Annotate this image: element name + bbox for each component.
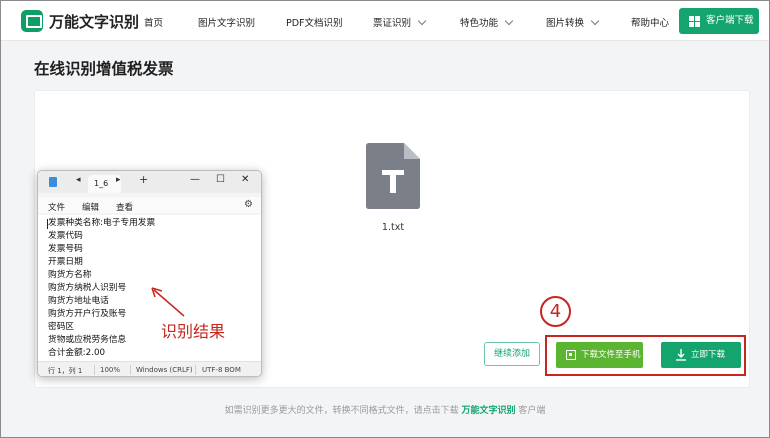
gear-icon[interactable]: ⚙ <box>244 199 253 210</box>
text-line: 货物或应税劳务信息 <box>48 335 127 345</box>
chevron-down-icon <box>504 16 514 26</box>
notepad-titlebar[interactable]: ◂ 1_6 ▸ + — ☐ ✕ <box>38 171 261 193</box>
annotation-arrow-icon <box>151 287 185 317</box>
brand-logo-icon[interactable] <box>21 10 43 32</box>
nav-image-convert[interactable]: 图片转换 <box>546 15 600 29</box>
brand-name[interactable]: 万能文字识别 <box>49 11 139 32</box>
file-name: 1.txt <box>381 222 405 233</box>
notepad-window: ◂ 1_6 ▸ + — ☐ ✕ 文件 编辑 查看 ⚙ 发票种类名称:电子专用发票… <box>37 170 262 377</box>
cursor-position: 行 1，列 1 <box>48 367 83 375</box>
step-number-badge: 4 <box>540 296 571 327</box>
new-tab-icon[interactable]: + <box>139 173 148 186</box>
text-line: 发票代码 <box>48 231 83 241</box>
client-download-button[interactable]: 客户端下载 <box>679 8 759 34</box>
text-line: 开票日期 <box>48 257 83 267</box>
menu-file[interactable]: 文件 <box>48 201 65 213</box>
close-icon[interactable]: ✕ <box>241 174 249 185</box>
tab-scroll-right-icon[interactable]: ▸ <box>116 175 121 185</box>
nav-features[interactable]: 特色功能 <box>460 15 514 29</box>
notepad-menubar: 文件 编辑 查看 ⚙ <box>38 197 261 213</box>
minimize-icon[interactable]: — <box>190 174 200 185</box>
zoom-level[interactable]: 100% <box>100 366 120 374</box>
tab-scroll-left-icon[interactable]: ◂ <box>76 175 81 185</box>
notepad-app-icon <box>49 177 57 187</box>
chevron-down-icon <box>417 16 427 26</box>
text-line: 购货方开户行及账号 <box>48 309 127 319</box>
line-ending[interactable]: Windows (CRLF) <box>136 366 193 374</box>
nav-image-ocr[interactable]: 图片文字识别 <box>198 15 255 29</box>
footer-note: 如需识别更多更大的文件，转换不同格式文件，请点击下载 万能文字识别 客户端 <box>224 406 546 416</box>
footer-brand-link[interactable]: 万能文字识别 <box>461 406 515 416</box>
top-nav: 万能文字识别 首页 图片文字识别 PDF文档识别 票证识别 特色功能 图片转换 … <box>1 1 769 41</box>
text-line: 购货方地址电话 <box>48 296 109 306</box>
maximize-icon[interactable]: ☐ <box>216 174 225 185</box>
nav-pdf-ocr[interactable]: PDF文档识别 <box>286 15 343 29</box>
text-line: 发票号码 <box>48 244 83 254</box>
recognition-result-label: 识别结果 <box>161 322 226 341</box>
encoding[interactable]: UTF-8 BOM <box>202 366 241 374</box>
text-line: 发票种类名称:电子专用发票 <box>48 218 156 228</box>
windows-icon <box>689 16 700 27</box>
nav-help[interactable]: 帮助中心 <box>631 15 669 29</box>
text-line: 购货方纳税人识别号 <box>48 283 127 293</box>
nav-ticket-ocr[interactable]: 票证识别 <box>373 15 427 29</box>
menu-edit[interactable]: 编辑 <box>82 201 99 213</box>
continue-add-button[interactable]: 继续添加 <box>484 342 540 366</box>
status-divider <box>195 365 196 375</box>
highlight-box <box>545 335 746 376</box>
status-divider <box>94 365 95 375</box>
text-file-icon[interactable] <box>366 143 420 209</box>
text-line: 密码区 <box>48 322 75 332</box>
chevron-down-icon <box>590 16 600 26</box>
text-line: 购货方名称 <box>48 270 92 280</box>
menu-view[interactable]: 查看 <box>116 201 133 213</box>
text-line: 合计金额:2.00 <box>48 348 106 358</box>
notepad-statusbar: 行 1，列 1 100% Windows (CRLF) UTF-8 BOM <box>38 361 261 376</box>
status-divider <box>130 365 131 375</box>
page-title: 在线识别增值税发票 <box>34 60 174 78</box>
nav-home[interactable]: 首页 <box>144 15 163 29</box>
